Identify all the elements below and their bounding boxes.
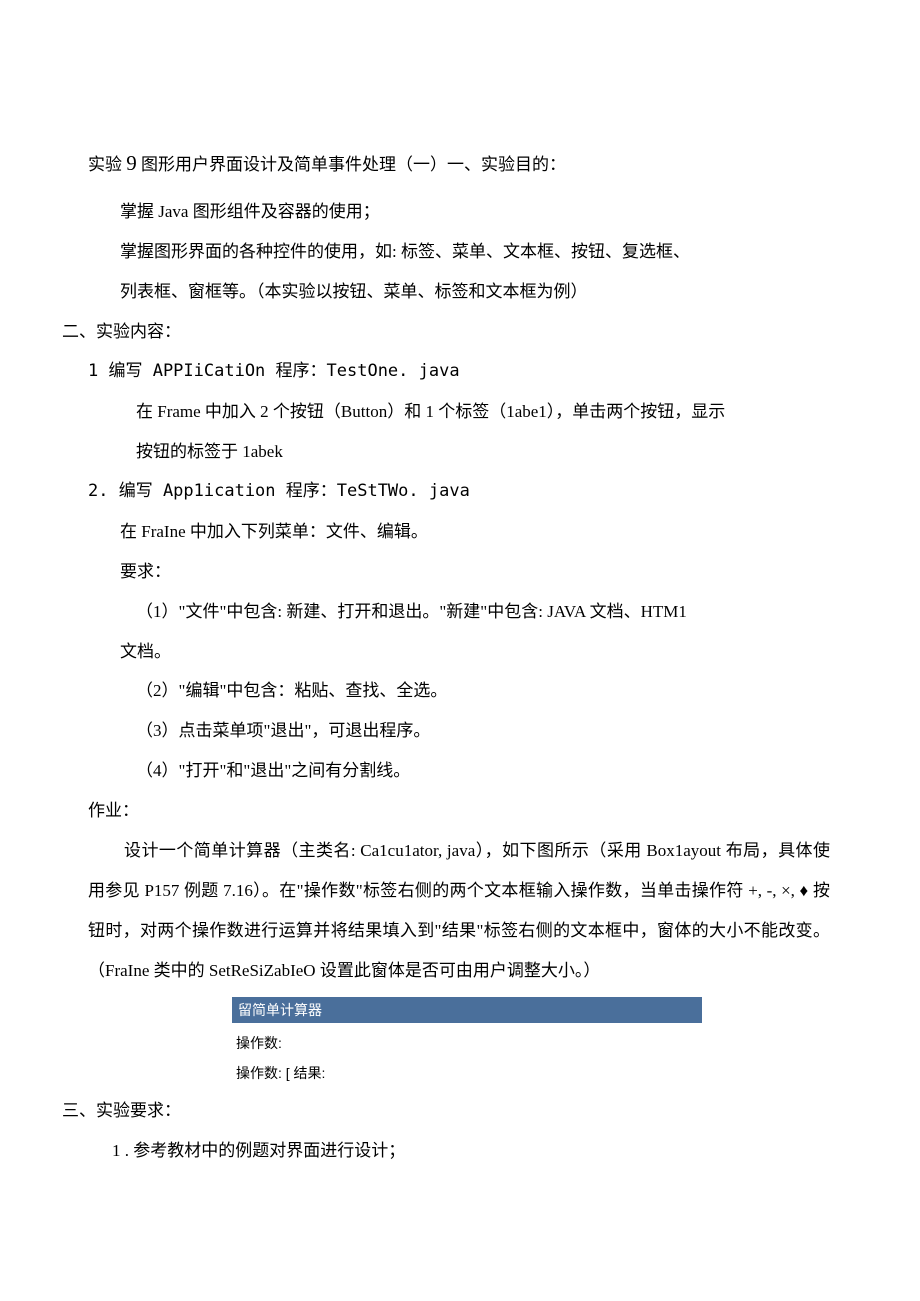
content-item-2a: 在 FraIne 中加入下列菜单：文件、编辑。 xyxy=(62,512,830,552)
homework-body: 设计一个简单计算器（主类名: Ca1cu1ator, java），如下图所示（采… xyxy=(62,831,830,991)
content-req-2: （2）"编辑"中包含：粘贴、查找、全选。 xyxy=(62,671,830,711)
goal-line-1: 掌握 Java 图形组件及容器的使用； xyxy=(62,192,830,232)
content-req-3: （3）点击菜单项"退出"，可退出程序。 xyxy=(62,711,830,751)
experiment-title: 实验 9 图形用户界面设计及简单事件处理（一）一、实验目的： xyxy=(62,140,830,186)
content-item-1b: 按钮的标签于 1abek xyxy=(62,432,830,472)
content-req-4: （4）"打开"和"退出"之间有分割线。 xyxy=(62,751,830,791)
content-req-1: （1）"文件"中包含: 新建、打开和退出。"新建"中包含: JAVA 文档、HT… xyxy=(62,592,830,632)
document-page: 实验 9 图形用户界面设计及简单事件处理（一）一、实验目的： 掌握 Java 图… xyxy=(0,0,920,1231)
calculator-row-2: 操作数: [ 结果: xyxy=(232,1053,702,1083)
content-item-1: 1 编写 APPIiCatiOn 程序：TestOne. java xyxy=(62,352,830,392)
homework-heading: 作业： xyxy=(62,791,830,831)
section-requirements-heading: 三、实验要求： xyxy=(62,1091,830,1131)
calculator-mock: 留简单计算器 操作数: 操作数: [ 结果: xyxy=(232,997,702,1083)
content-item-2: 2. 编写 App1ication 程序：TeStTWo. java xyxy=(62,472,830,512)
title-number: 9 xyxy=(126,151,137,175)
section-content-heading: 二、实验内容： xyxy=(62,312,830,352)
calculator-row-1: 操作数: xyxy=(232,1023,702,1053)
goal-line-3: 列表框、窗框等。（本实验以按钮、菜单、标签和文本框为例） xyxy=(62,272,830,312)
title-prefix: 实验 xyxy=(88,155,126,174)
goal-line-2: 掌握图形界面的各种控件的使用，如: 标签、菜单、文本框、按钮、复选框、 xyxy=(62,232,830,272)
content-item-2b: 要求： xyxy=(62,552,830,592)
title-rest: 图形用户界面设计及简单事件处理（一）一、实验目的： xyxy=(137,155,566,174)
content-req-1b: 文档。 xyxy=(62,632,830,672)
requirement-1: 1 . 参考教材中的例题对界面进行设计； xyxy=(62,1131,830,1171)
calculator-titlebar: 留简单计算器 xyxy=(232,997,702,1023)
content-item-1a: 在 Frame 中加入 2 个按钮（Button）和 1 个标签（1abe1），… xyxy=(62,392,830,432)
